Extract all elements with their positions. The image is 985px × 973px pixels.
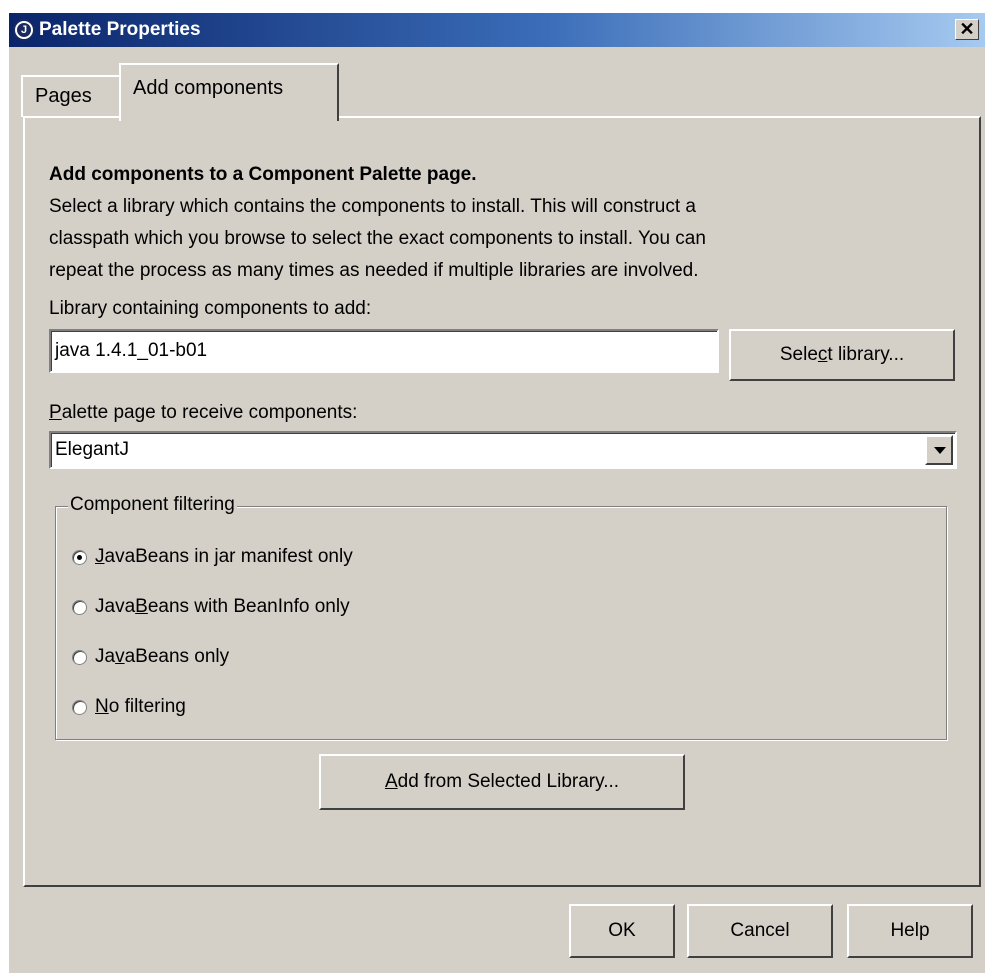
radio-button[interactable]: [72, 599, 87, 615]
radio-button[interactable]: [72, 649, 87, 665]
close-icon: ✕: [959, 19, 975, 39]
chevron-down-icon[interactable]: [925, 435, 953, 465]
palette-page-value: ElegantJ: [55, 439, 129, 460]
radio-button[interactable]: [72, 699, 87, 715]
library-label: Library containing components to add:: [49, 298, 372, 319]
description-line-2: classpath which you browse to select the…: [49, 228, 706, 249]
description-line-3: repeat the process as many times as need…: [49, 260, 699, 281]
component-filtering-legend: Component filtering: [68, 494, 237, 516]
radio-button-checked[interactable]: [72, 549, 87, 565]
library-field[interactable]: java 1.4.1_01-b01: [49, 329, 719, 373]
radio-beaninfo[interactable]: Java Beans with BeanInfo only: [72, 593, 350, 621]
palette-page-label: Palette page to receive components:: [49, 402, 358, 423]
title-bar: J Palette Properties ✕: [9, 13, 985, 47]
add-from-selected-library-button[interactable]: Add from Selected Library...: [319, 754, 685, 810]
tab-pages[interactable]: Pages: [21, 75, 121, 117]
radio-no-filtering[interactable]: No filtering: [72, 693, 186, 721]
radio-jar-manifest[interactable]: JavaBeans in jar manifest only: [72, 543, 353, 571]
palette-page-dropdown[interactable]: ElegantJ: [49, 431, 957, 469]
description-line-1: Select a library which contains the comp…: [49, 196, 697, 217]
window-title: Palette Properties: [39, 19, 201, 40]
app-icon: J: [13, 19, 35, 41]
select-library-button[interactable]: Select library...: [729, 329, 955, 381]
tab-pages-label: Pages: [35, 85, 92, 107]
panel-heading: Add components to a Component Palette pa…: [49, 164, 477, 185]
close-button[interactable]: ✕: [955, 19, 979, 40]
add-components-panel: Add components to a Component Palette pa…: [23, 116, 981, 887]
ok-button[interactable]: OK: [569, 904, 675, 958]
radio-javabeans-only[interactable]: Ja v aBeans only: [72, 643, 229, 671]
component-filtering-group: Component filtering JavaBeans in jar man…: [55, 494, 947, 740]
cancel-button[interactable]: Cancel: [687, 904, 833, 958]
tab-add-components[interactable]: Add components: [119, 63, 339, 121]
help-button[interactable]: Help: [847, 904, 973, 958]
library-value: java 1.4.1_01-b01: [55, 340, 208, 361]
tab-add-components-label: Add components: [133, 77, 284, 99]
palette-properties-dialog: J Palette Properties ✕ Pages Add compone…: [8, 12, 985, 973]
